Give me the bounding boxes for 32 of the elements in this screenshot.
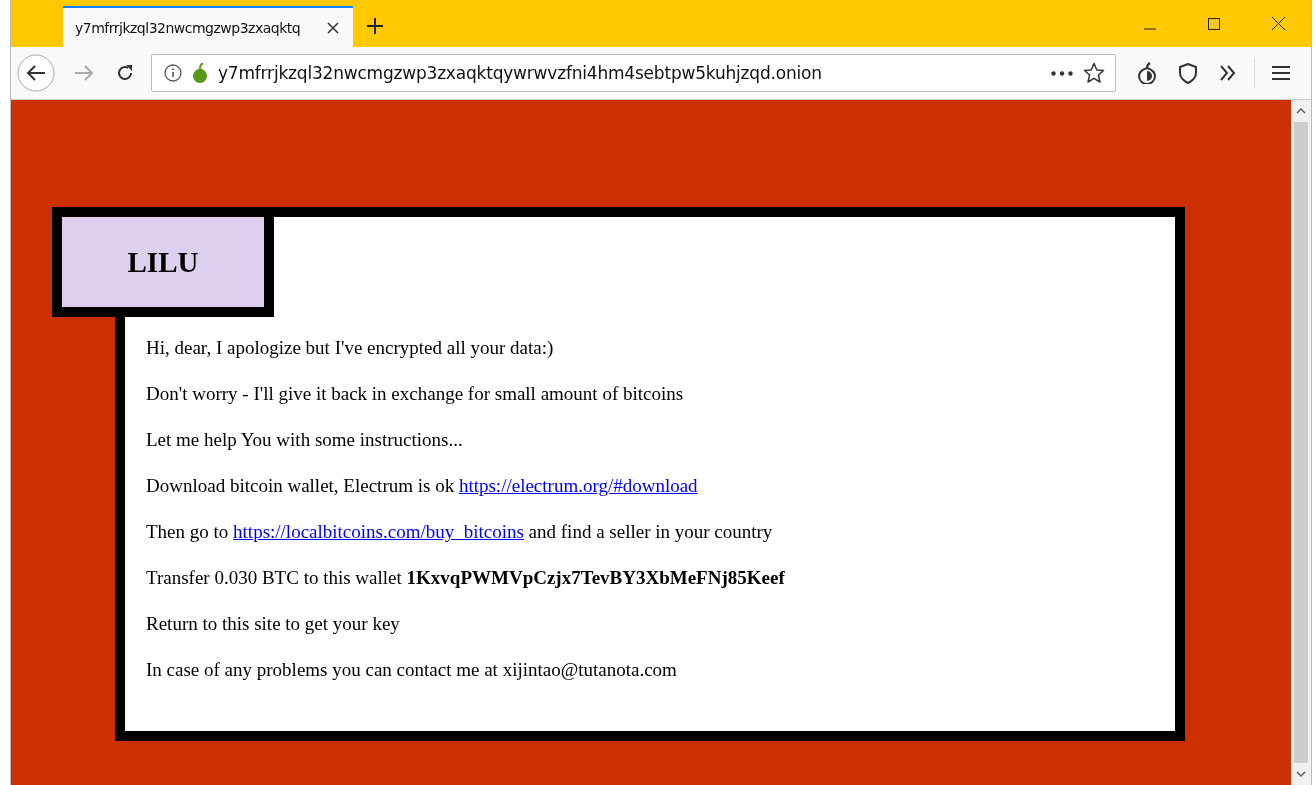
onion-icon bbox=[192, 63, 208, 83]
address-bar[interactable]: y7mfrrjkzql32nwcmgzwp3zxaqktqywrwvzfni4hm4sebtpw5kuhjzqd.onion bbox=[151, 54, 1116, 92]
info-icon[interactable] bbox=[164, 64, 182, 82]
maximize-icon[interactable] bbox=[1208, 18, 1220, 30]
link[interactable]: https://localbitcoins.com/buy_bitcoins bbox=[233, 521, 524, 542]
more-icon[interactable] bbox=[1051, 70, 1073, 76]
shield-icon[interactable] bbox=[1179, 62, 1197, 84]
plus-icon[interactable] bbox=[367, 18, 383, 34]
message-text: Don't worry - I'll give it back in exchange for small amount of bitcoins bbox=[146, 383, 685, 405]
scrollbar[interactable] bbox=[1291, 100, 1311, 785]
message-text: Let me help You with some instructions... bbox=[146, 429, 464, 451]
onion-outline-icon[interactable] bbox=[1137, 62, 1157, 84]
close-icon[interactable] bbox=[1272, 17, 1285, 30]
message-text: Then go to https://localbitcoins.com/buy_bitcoins and find a seller in your country bbox=[146, 521, 774, 543]
link[interactable]: https://electrum.org/#download bbox=[458, 475, 698, 496]
scroll-down-icon[interactable] bbox=[1296, 771, 1306, 777]
logo-label: LILU bbox=[52, 207, 274, 317]
url-text: y7mfrrjkzql32nwcmgzwp3zxaqktqywrwvzfni4hm4sebtpw5kuhjzqd.onion bbox=[218, 63, 822, 83]
message-text: In case of any problems you can contact me at xijintao@tutanota.com bbox=[146, 659, 678, 681]
message-text: Transfer 0.030 BTC to this wallet 1KxvqPWMVpCzjx7TevBY3XbMeFNj85Keef bbox=[146, 567, 786, 589]
browser-tab[interactable]: y7mfrrjkzql32nwcmgzwp3zxaqktq bbox=[63, 6, 353, 47]
message-text: Hi, dear, I apologize but I've encrypted all your data:) bbox=[146, 337, 555, 359]
close-icon[interactable] bbox=[327, 21, 339, 34]
tab-title: y7mfrrjkzql32nwcmgzwp3zxaqktq bbox=[75, 19, 302, 36]
message-text: Download bitcoin wallet, Electrum is ok https://electrum.org/#download bbox=[146, 475, 699, 497]
scroll-up-icon[interactable] bbox=[1296, 108, 1306, 114]
message-text: Return to this site to get your key bbox=[146, 613, 401, 635]
reload-icon[interactable] bbox=[116, 64, 134, 82]
star-icon[interactable] bbox=[1083, 62, 1105, 84]
back-icon[interactable] bbox=[17, 54, 55, 92]
chevron-icon[interactable] bbox=[1219, 65, 1237, 81]
menu-icon[interactable] bbox=[1272, 65, 1290, 81]
